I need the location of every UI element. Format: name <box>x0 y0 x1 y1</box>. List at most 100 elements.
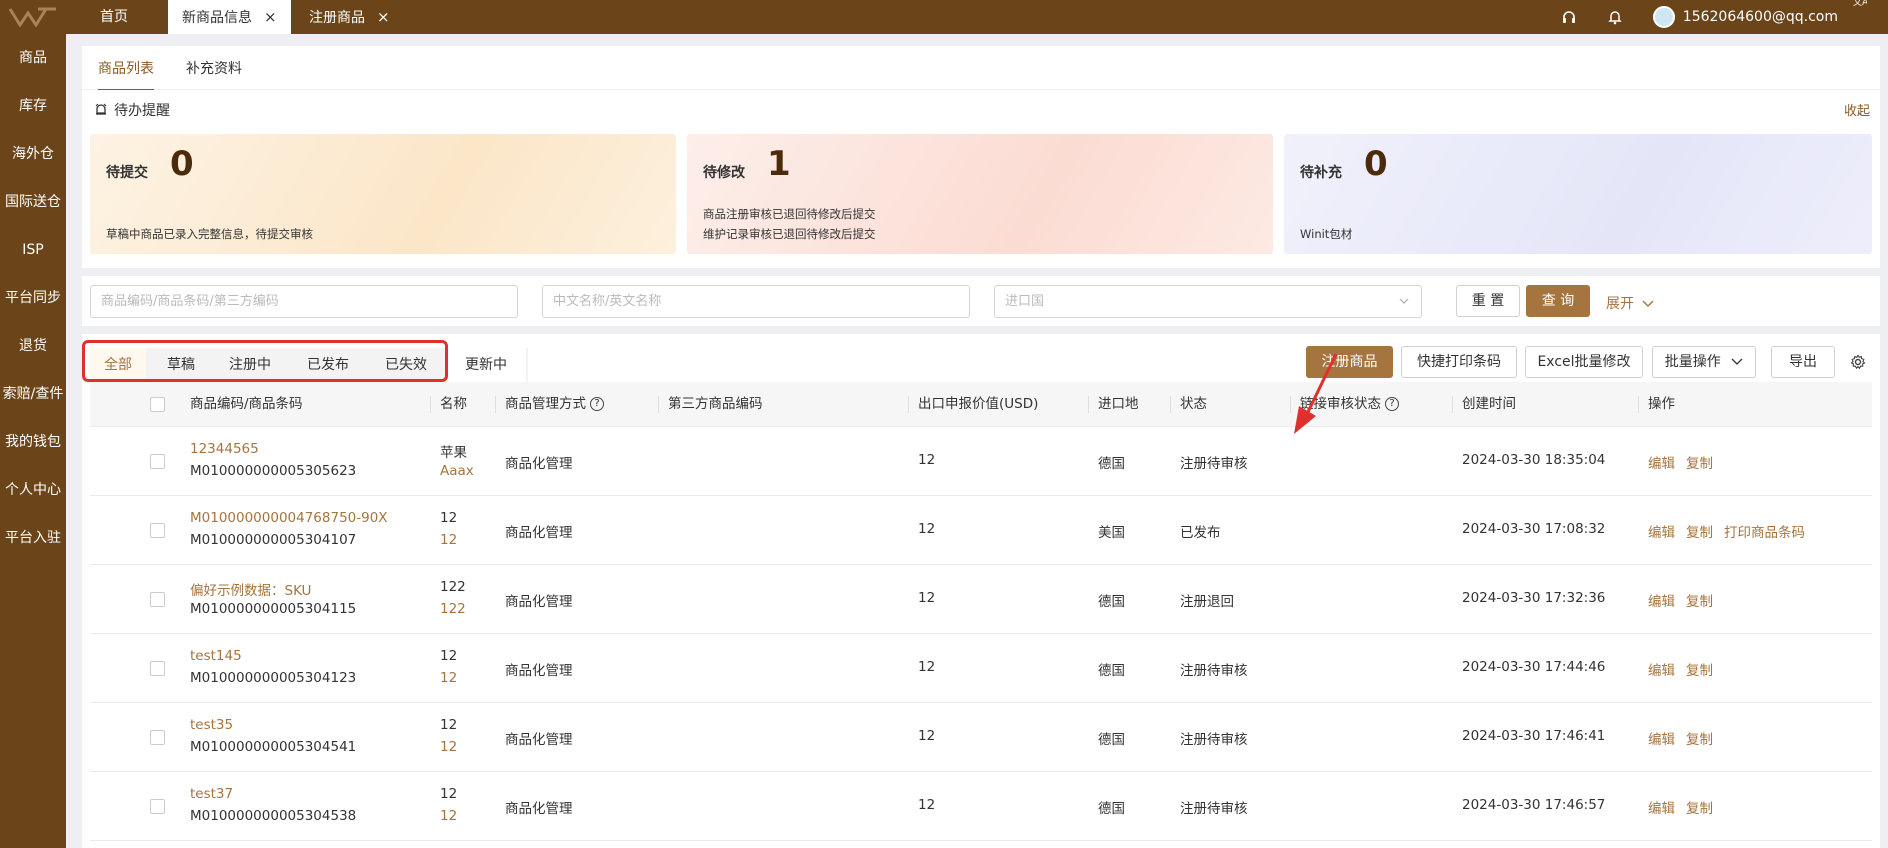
translate-icon[interactable]: 文A <box>1852 0 1868 10</box>
close-icon[interactable]: × <box>264 8 277 26</box>
product-code-link[interactable]: test35 <box>190 717 233 733</box>
copy-link[interactable]: 复制 <box>1686 590 1713 610</box>
sidebar-item-isp[interactable]: ISP <box>0 226 66 274</box>
select-all-checkbox[interactable] <box>150 397 165 412</box>
sidebar-item-product[interactable]: 商品 <box>0 34 66 82</box>
product-code-link[interactable]: test37 <box>190 786 233 802</box>
edit-link[interactable]: 编辑 <box>1648 659 1675 679</box>
export-value: 12 <box>918 728 936 744</box>
logo[interactable] <box>0 0 66 34</box>
sidebar-item-intl-delivery[interactable]: 国际送仓 <box>0 178 66 226</box>
mgmt-method: 商品化管理 <box>505 663 573 679</box>
row-checkbox[interactable] <box>150 799 165 814</box>
edit-link[interactable]: 编辑 <box>1648 452 1675 472</box>
copy-link[interactable]: 复制 <box>1686 521 1713 541</box>
batch-operation-dropdown[interactable]: 批量操作 <box>1652 346 1756 378</box>
sidebar-item-wallet[interactable]: 我的钱包 <box>0 418 66 466</box>
expand-toggle[interactable]: 展开 <box>1606 293 1654 313</box>
product-code-link[interactable]: test145 <box>190 648 242 664</box>
col-operations: 操作 <box>1638 382 1675 427</box>
edit-link[interactable]: 编辑 <box>1648 590 1675 610</box>
product-name-en: Aaax <box>440 463 474 479</box>
country-select[interactable]: 进口国 <box>994 285 1422 318</box>
sidebar-item-platform-sync[interactable]: 平台同步 <box>0 274 66 322</box>
help-icon[interactable]: ? <box>1385 397 1399 411</box>
product-name-en: 12 <box>440 808 458 824</box>
product-barcode: M010000000005304538 <box>190 808 357 824</box>
sidebar-item-platform-join[interactable]: 平台入驻 <box>0 514 66 562</box>
close-icon[interactable]: × <box>377 8 390 26</box>
export-value: 12 <box>918 590 936 606</box>
tab-product-list[interactable]: 商品列表 <box>98 58 154 91</box>
tab-supplement[interactable]: 补充资料 <box>186 58 242 78</box>
bell-icon[interactable] <box>1607 9 1623 25</box>
logo-icon <box>8 7 56 27</box>
col-third-party: 第三方商品编码 <box>658 382 763 427</box>
sidebar-item-inventory[interactable]: 库存 <box>0 82 66 130</box>
card-count: 0 <box>1364 144 1388 184</box>
sidebar-item-claims[interactable]: 索赔/查件 <box>0 370 66 418</box>
expand-label: 展开 <box>1606 296 1634 312</box>
user-email[interactable]: 1562064600@qq.com <box>1683 9 1838 25</box>
product-name-en: 12 <box>440 739 458 755</box>
reset-button[interactable]: 重 置 <box>1456 285 1520 317</box>
copy-link[interactable]: 复制 <box>1686 452 1713 472</box>
sidebar-item-overseas-warehouse[interactable]: 海外仓 <box>0 130 66 178</box>
copy-link[interactable]: 复制 <box>1686 659 1713 679</box>
todo-card-pending-modify[interactable]: 待修改 1 商品注册审核已退回待修改后提交 维护记录审核已退回待修改后提交 <box>687 134 1273 254</box>
product-name: 苹果 <box>440 445 467 461</box>
headset-icon[interactable] <box>1561 9 1577 25</box>
collapse-link[interactable]: 收起 <box>1844 100 1870 119</box>
country-placeholder: 进口国 <box>1005 294 1045 309</box>
avatar[interactable] <box>1652 6 1675 28</box>
import-country: 美国 <box>1098 525 1125 541</box>
sidebar-item-personal-center[interactable]: 个人中心 <box>0 466 66 514</box>
edit-link[interactable]: 编辑 <box>1648 521 1675 541</box>
product-code-link[interactable]: 12344565 <box>190 441 259 457</box>
code-search-input[interactable]: 商品编码/商品条码/第三方编码 <box>90 285 518 318</box>
card-desc: 商品注册审核已退回待修改后提交 <box>703 207 876 221</box>
status: 注册退回 <box>1180 594 1234 610</box>
product-code-link[interactable]: M010000000004768750-90X <box>190 510 388 526</box>
name-search-input[interactable]: 中文名称/英文名称 <box>542 285 970 318</box>
col-country: 进口地 <box>1088 382 1139 427</box>
annotation-arrow-icon <box>1294 353 1338 434</box>
todo-card-pending-submit[interactable]: 待提交 0 草稿中商品已录入完整信息，待提交审核 <box>90 134 676 254</box>
sidebar-item-returns[interactable]: 退货 <box>0 322 66 370</box>
todo-card-pending-supplement[interactable]: 待补充 0 Winit包材 <box>1284 134 1872 254</box>
excel-batch-edit-button[interactable]: Excel批量修改 <box>1525 346 1643 378</box>
row-checkbox[interactable] <box>150 730 165 745</box>
product-name-en: 122 <box>440 601 466 617</box>
copy-link[interactable]: 复制 <box>1686 797 1713 817</box>
copy-link[interactable]: 复制 <box>1686 728 1713 748</box>
row-checkbox[interactable] <box>150 661 165 676</box>
edit-link[interactable]: 编辑 <box>1648 797 1675 817</box>
alarm-icon <box>95 103 107 115</box>
help-icon[interactable]: ? <box>590 397 604 411</box>
col-created: 创建时间 <box>1452 382 1516 427</box>
quick-print-barcode-button[interactable]: 快捷打印条码 <box>1401 346 1517 378</box>
settings-gear-icon[interactable] <box>1850 354 1866 370</box>
export-button[interactable]: 导出 <box>1771 346 1835 378</box>
row-checkbox[interactable] <box>150 454 165 469</box>
col-mgmt: 商品管理方式? <box>495 382 604 427</box>
table-row: 12344565 M010000000005305623 苹果 Aaax 商品化… <box>90 427 1872 496</box>
print-barcode-link[interactable]: 打印商品条码 <box>1724 521 1805 541</box>
status: 注册待审核 <box>1180 663 1248 679</box>
row-checkbox[interactable] <box>150 592 165 607</box>
mgmt-method: 商品化管理 <box>505 525 573 541</box>
status: 已发布 <box>1180 525 1221 541</box>
mgmt-method: 商品化管理 <box>505 801 573 817</box>
product-name: 12 <box>440 648 458 664</box>
row-checkbox[interactable] <box>150 523 165 538</box>
edit-link[interactable]: 编辑 <box>1648 728 1675 748</box>
tab-label: 首页 <box>100 9 128 25</box>
product-code-link[interactable]: 偏好示例数据：SKU <box>190 579 311 599</box>
created-time: 2024-03-30 17:08:32 <box>1462 521 1606 537</box>
status-tab-updating[interactable]: 更新中 <box>446 348 526 382</box>
tab-register-product[interactable]: 注册商品 × <box>295 0 404 34</box>
query-button[interactable]: 查 询 <box>1526 285 1590 317</box>
tab-new-product-info[interactable]: 新商品信息 × <box>168 0 291 34</box>
mgmt-method: 商品化管理 <box>505 732 573 748</box>
tab-home[interactable]: 首页 <box>86 0 142 34</box>
